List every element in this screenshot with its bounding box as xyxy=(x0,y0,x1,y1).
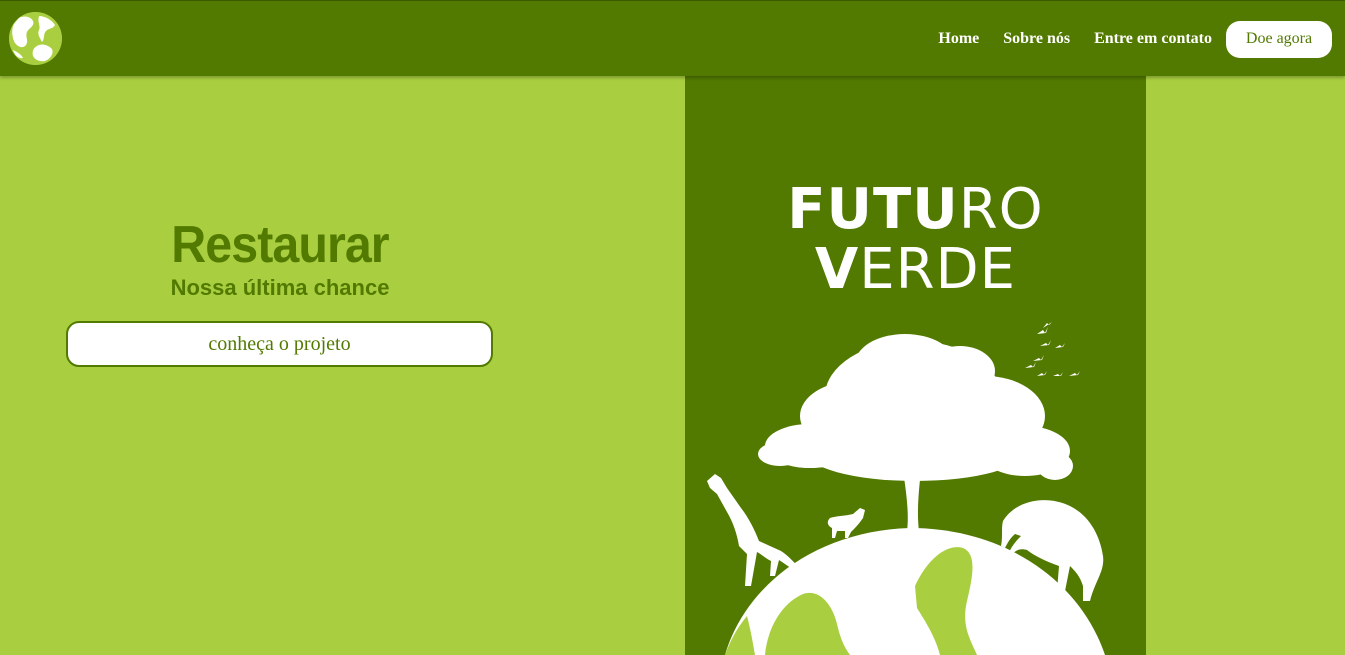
nav-links: Home Sobre nós Entre em contato Doe agor… xyxy=(914,20,1332,58)
learn-project-button[interactable]: conheça o projeto xyxy=(66,321,493,367)
nav-link-contato[interactable]: Entre em contato xyxy=(1094,30,1212,48)
donate-button[interactable]: Doe agora xyxy=(1226,20,1332,58)
nav-link-home[interactable]: Home xyxy=(938,30,979,48)
earth-tree-animals-silhouette-icon xyxy=(707,322,1105,655)
futuro-verde-poster: FUTURO VERDE xyxy=(685,76,1146,655)
hero-title: Restaurar xyxy=(171,216,389,274)
navbar: Home Sobre nós Entre em contato Doe agor… xyxy=(0,0,1345,76)
globe-logo-icon[interactable] xyxy=(9,12,62,65)
nav-link-sobre-nos[interactable]: Sobre nós xyxy=(1003,30,1070,48)
hero-subtitle: Nossa última chance xyxy=(170,275,390,300)
hero-section: Restaurar Nossa última chance conheça o … xyxy=(0,76,560,655)
